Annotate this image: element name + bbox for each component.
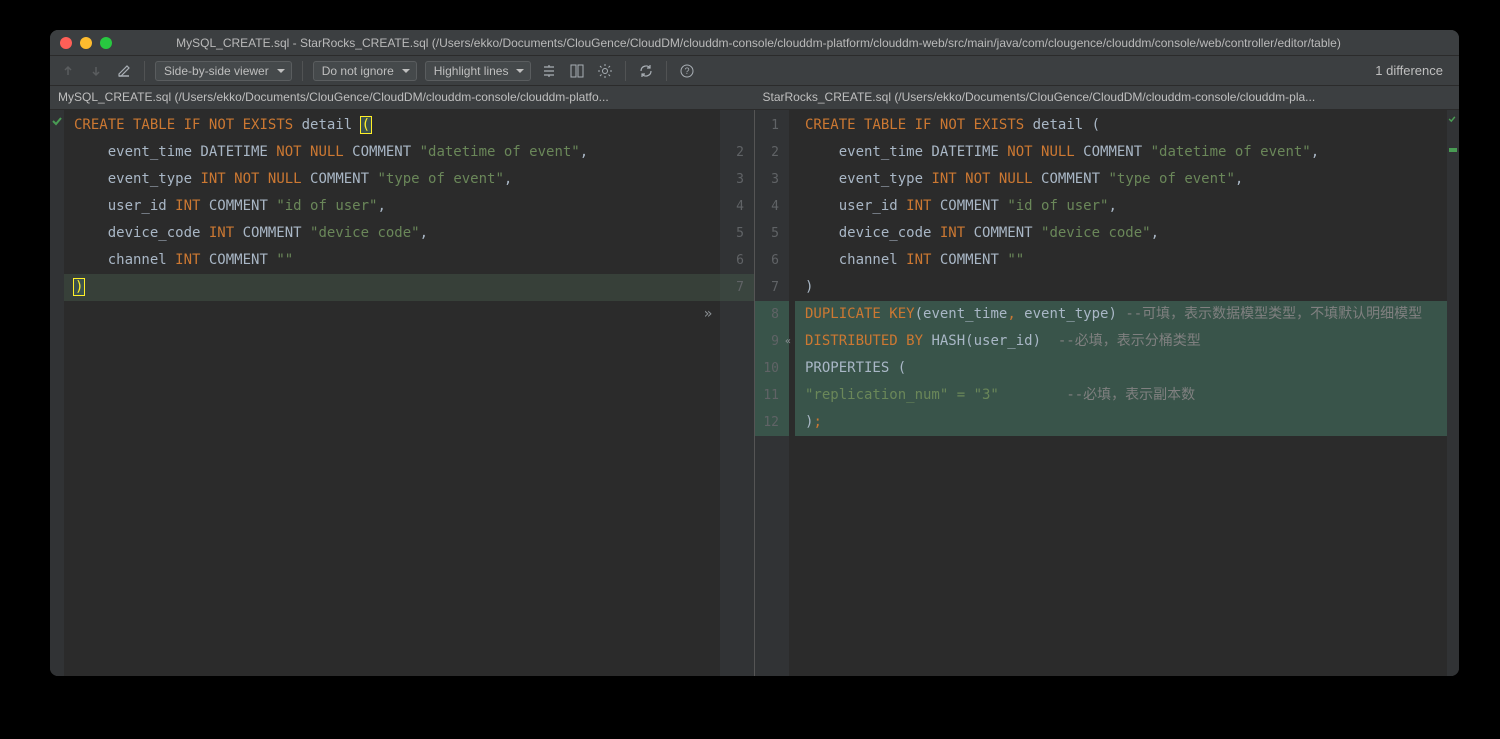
right-file-header: StarRocks_CREATE.sql (/Users/ekko/Docume… [755, 86, 1460, 109]
line-number [720, 112, 754, 139]
left-code[interactable]: CREATE TABLE IF NOT EXISTS detail ( even… [64, 110, 720, 676]
line-number: 6 [720, 247, 754, 274]
prev-diff-icon[interactable] [58, 61, 78, 81]
diff-window: MySQL_CREATE.sql - StarRocks_CREATE.sql … [50, 30, 1459, 676]
checkmark-icon [50, 114, 64, 128]
line-number: 11 [755, 382, 789, 409]
file-headers: MySQL_CREATE.sql (/Users/ekko/Documents/… [50, 86, 1459, 110]
window-controls [60, 37, 112, 49]
line-number: 4 [720, 193, 754, 220]
line-number: 7 [755, 274, 789, 301]
right-error-stripe[interactable] [1447, 110, 1459, 676]
accept-left-icon[interactable]: « [781, 328, 795, 355]
help-icon[interactable]: ? [677, 61, 697, 81]
line-number: 1 [755, 112, 789, 139]
close-window-button[interactable] [60, 37, 72, 49]
viewer-mode-dropdown[interactable]: Side-by-side viewer [155, 61, 292, 81]
code-line[interactable]: ) [795, 274, 1447, 301]
diff-count-label: 1 difference [1375, 63, 1451, 78]
code-line[interactable]: event_type INT NOT NULL COMMENT "type of… [64, 166, 720, 193]
code-line[interactable]: DISTRIBUTED BY HASH(user_id) --必填，表示分桶类型 [795, 328, 1447, 355]
right-gutter: 123456789101112 [755, 110, 789, 676]
code-line[interactable]: device_code INT COMMENT "device code", [64, 220, 720, 247]
line-number: 8 [755, 301, 789, 328]
highlight-mode-dropdown[interactable]: Highlight lines [425, 61, 532, 81]
minimize-window-button[interactable] [80, 37, 92, 49]
checkmark-icon [1447, 114, 1457, 124]
editor-area: CREATE TABLE IF NOT EXISTS detail ( even… [50, 110, 1459, 676]
line-number: 4 [755, 193, 789, 220]
line-number: 5 [720, 220, 754, 247]
line-number: 12 [755, 409, 789, 436]
left-pane: CREATE TABLE IF NOT EXISTS detail ( even… [50, 110, 754, 676]
stripe-marker[interactable] [1449, 148, 1457, 152]
edit-icon[interactable] [114, 61, 134, 81]
sync-scroll-icon[interactable] [567, 61, 587, 81]
code-line[interactable]: channel INT COMMENT "" [64, 247, 720, 274]
window-title: MySQL_CREATE.sql - StarRocks_CREATE.sql … [128, 36, 1389, 50]
code-line[interactable]: CREATE TABLE IF NOT EXISTS detail ( [795, 112, 1447, 139]
code-line[interactable]: "replication_num" = "3" --必填，表示副本数 [795, 382, 1447, 409]
left-marker-gutter [50, 110, 64, 676]
right-code[interactable]: CREATE TABLE IF NOT EXISTS detail ( even… [789, 110, 1447, 676]
code-line[interactable]: )» [64, 274, 720, 301]
collapse-unchanged-icon[interactable] [539, 61, 559, 81]
right-pane: 123456789101112 CREATE TABLE IF NOT EXIS… [755, 110, 1459, 676]
code-line[interactable]: device_code INT COMMENT "device code", [795, 220, 1447, 247]
toolbar: Side-by-side viewer Do not ignore Highli… [50, 56, 1459, 86]
code-line[interactable]: event_time DATETIME NOT NULL COMMENT "da… [64, 139, 720, 166]
code-line[interactable]: event_type INT NOT NULL COMMENT "type of… [795, 166, 1447, 193]
left-file-header: MySQL_CREATE.sql (/Users/ekko/Documents/… [50, 86, 755, 109]
svg-text:?: ? [685, 66, 690, 76]
line-number: 2 [755, 139, 789, 166]
line-number: 6 [755, 247, 789, 274]
code-line[interactable]: user_id INT COMMENT "id of user", [64, 193, 720, 220]
code-line[interactable]: ); [795, 409, 1447, 436]
line-number: 5 [755, 220, 789, 247]
code-line[interactable]: CREATE TABLE IF NOT EXISTS detail ( [64, 112, 720, 139]
titlebar: MySQL_CREATE.sql - StarRocks_CREATE.sql … [50, 30, 1459, 56]
code-line[interactable]: event_time DATETIME NOT NULL COMMENT "da… [795, 139, 1447, 166]
insert-right-icon[interactable]: » [700, 301, 716, 328]
maximize-window-button[interactable] [100, 37, 112, 49]
left-gutter: 234567 [720, 110, 754, 676]
ignore-mode-dropdown[interactable]: Do not ignore [313, 61, 417, 81]
line-number: 3 [755, 166, 789, 193]
line-number: 3 [720, 166, 754, 193]
code-line[interactable]: user_id INT COMMENT "id of user", [795, 193, 1447, 220]
refresh-icon[interactable] [636, 61, 656, 81]
line-number: 2 [720, 139, 754, 166]
code-line[interactable]: channel INT COMMENT "" [795, 247, 1447, 274]
code-line[interactable]: DUPLICATE KEY(event_time, event_type) --… [795, 301, 1447, 328]
next-diff-icon[interactable] [86, 61, 106, 81]
gear-icon[interactable] [595, 61, 615, 81]
line-number: 7 [720, 274, 754, 301]
line-number: 10 [755, 355, 789, 382]
code-line[interactable]: PROPERTIES ( [795, 355, 1447, 382]
